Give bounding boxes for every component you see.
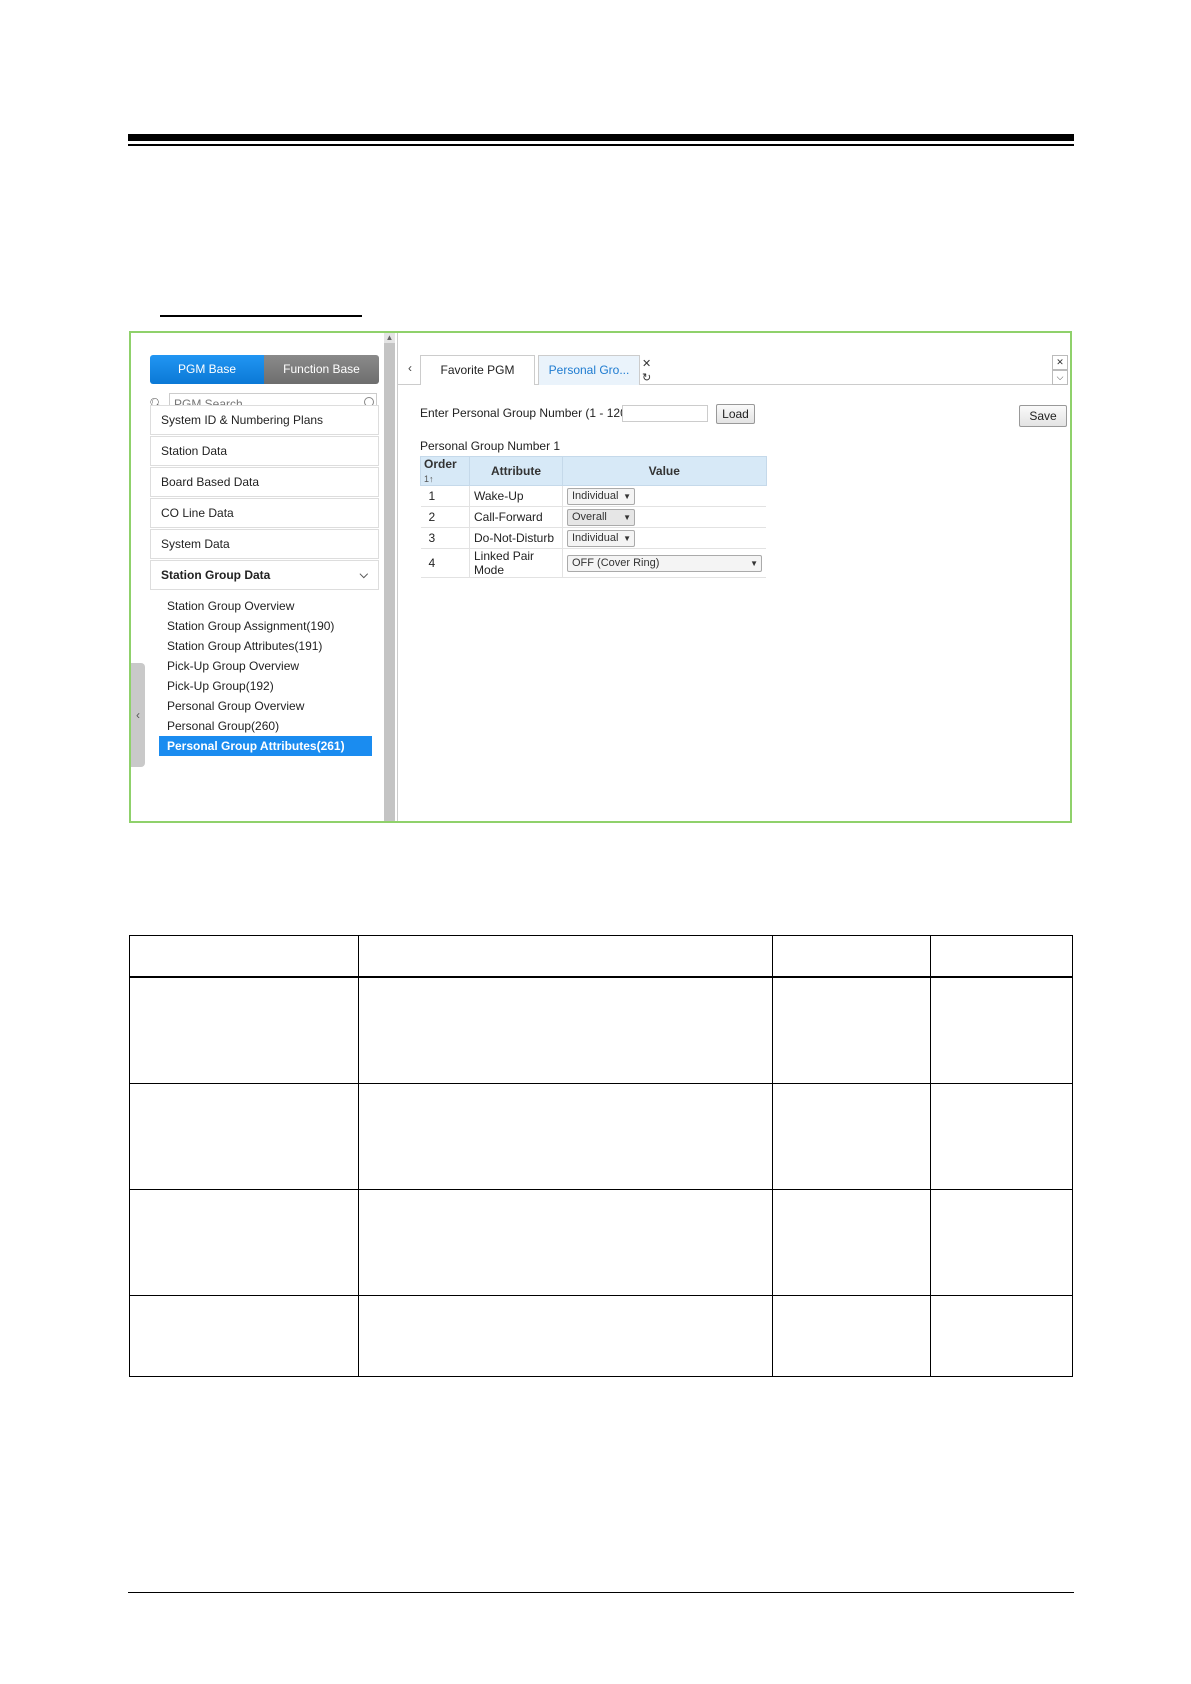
chevron-down-icon: ⌵ [359,569,368,581]
table-cell [129,1188,359,1296]
table-cell [358,976,773,1084]
close-icon[interactable]: ✕ [642,357,651,370]
table-cell [930,1082,1073,1190]
nav-panel: PGM Base Function Base 🔍︎ System ID & Nu… [131,333,383,821]
sub-item-pickup-group-overview[interactable]: Pick-Up Group Overview [167,656,299,676]
attribute-cell: Linked Pair Mode [469,548,563,578]
table-cell [930,1188,1073,1296]
table-cell [358,935,773,978]
tab-pgm-base[interactable]: PGM Base [150,355,264,384]
tab-favorite-pgm[interactable]: Favorite PGM [420,355,535,385]
table-cell [930,935,1073,978]
dropdown-arrow-icon: ▼ [623,533,631,543]
header-rule-thin [128,144,1074,146]
value-select[interactable]: OFF (Cover Ring) ▼ [567,554,762,572]
table-cell [930,976,1073,1084]
order-cell: 2 [420,506,470,528]
table-row: 4 Linked Pair Mode OFF (Cover Ring) ▼ [420,548,766,578]
table-cell [930,1294,1073,1377]
sub-item-station-group-overview[interactable]: Station Group Overview [167,596,294,616]
table-cell [772,976,931,1084]
sub-item-personal-group-overview[interactable]: Personal Group Overview [167,696,304,716]
sidebar-item-station-group-data[interactable]: Station Group Data ⌵ [150,560,379,590]
table-row: 1 Wake-Up Individual ▼ [420,485,766,507]
dropdown-arrow-icon: ▼ [623,512,631,522]
save-button[interactable]: Save [1019,405,1067,427]
sub-item-station-group-assignment[interactable]: Station Group Assignment(190) [167,616,334,636]
table-cell [358,1294,773,1377]
sidebar-item-system-data[interactable]: System Data [150,529,379,559]
footer-rule [128,1592,1074,1593]
group-number-input[interactable] [622,405,708,422]
section-title: Personal Group Number 1 [420,439,561,453]
attribute-cell: Call-Forward [469,506,563,528]
value-select[interactable]: Overall ▼ [567,508,635,526]
tab-function-base[interactable]: Function Base [264,355,379,384]
sub-item-pickup-group[interactable]: Pick-Up Group(192) [167,676,274,696]
dropdown-arrow-icon: ▼ [623,491,631,501]
tab-personal-group[interactable]: Personal Gro... [538,355,640,385]
header-rule [128,134,1074,141]
table-cell [772,1082,931,1190]
load-button[interactable]: Load [716,404,755,424]
table-cell [358,1188,773,1296]
refresh-icon[interactable]: ↻ [642,371,651,384]
sort-icon[interactable]: 1↑ [424,474,434,484]
table-row [129,1294,1073,1377]
table-row: 2 Call-Forward Overall ▼ [420,506,766,528]
attribute-cell: Do-Not-Disturb [469,527,563,549]
sidebar-item-co-line-data[interactable]: CO Line Data [150,498,379,528]
sub-item-personal-group-attributes[interactable]: Personal Group Attributes(261) [159,736,372,756]
column-header-value: Value [562,456,767,486]
sidebar-item-station-data[interactable]: Station Data [150,436,379,466]
dropdown-arrow-icon: ▼ [750,558,758,568]
sidebar-item-label: Station Group Data [161,568,271,582]
table-row [129,1188,1073,1296]
content-area: ‹ Favorite PGM Personal Gro... ✕ ↻ ✕ ⌵ E… [397,333,1070,821]
scrollbar[interactable] [384,333,395,821]
order-cell: 1 [420,485,470,507]
sidebar-item-system-id[interactable]: System ID & Numbering Plans [150,405,379,435]
order-cell: 3 [420,527,470,549]
sub-item-station-group-attributes[interactable]: Station Group Attributes(191) [167,636,322,656]
section-underline [160,315,362,317]
table-row [129,1082,1073,1190]
column-header-order[interactable]: Order 1↑ [420,456,470,486]
table-cell [129,976,359,1084]
attribute-cell: Wake-Up [469,485,563,507]
document-table [129,935,1073,1377]
table-header-row [129,935,1073,978]
close-all-icon[interactable]: ✕ [1052,355,1068,370]
collapse-panel-icon[interactable]: ‹ [131,663,145,767]
table-cell [129,935,359,978]
table-cell [129,1082,359,1190]
sub-item-personal-group[interactable]: Personal Group(260) [167,716,279,736]
value-select[interactable]: Individual ▼ [567,529,635,547]
table-cell [358,1082,773,1190]
chevron-left-icon[interactable]: ‹ [408,361,412,375]
table-cell [772,935,931,978]
sidebar-item-board-based-data[interactable]: Board Based Data [150,467,379,497]
table-row [129,976,1073,1084]
table-cell [772,1188,931,1296]
order-cell: 4 [420,548,470,578]
value-select[interactable]: Individual ▼ [567,487,635,505]
table-cell [772,1294,931,1377]
screenshot-frame: PGM Base Function Base 🔍︎ System ID & Nu… [129,331,1072,823]
scroll-up-icon[interactable]: ▲ [384,333,395,343]
column-header-attribute: Attribute [469,456,563,486]
chevron-down-icon[interactable]: ⌵ [1052,370,1068,385]
table-cell [129,1294,359,1377]
group-number-label: Enter Personal Group Number (1 - 1200) : [420,406,645,420]
attributes-table: Order 1↑ Attribute Value 1 Wake-Up Indiv… [420,456,767,578]
table-row: 3 Do-Not-Disturb Individual ▼ [420,527,766,549]
